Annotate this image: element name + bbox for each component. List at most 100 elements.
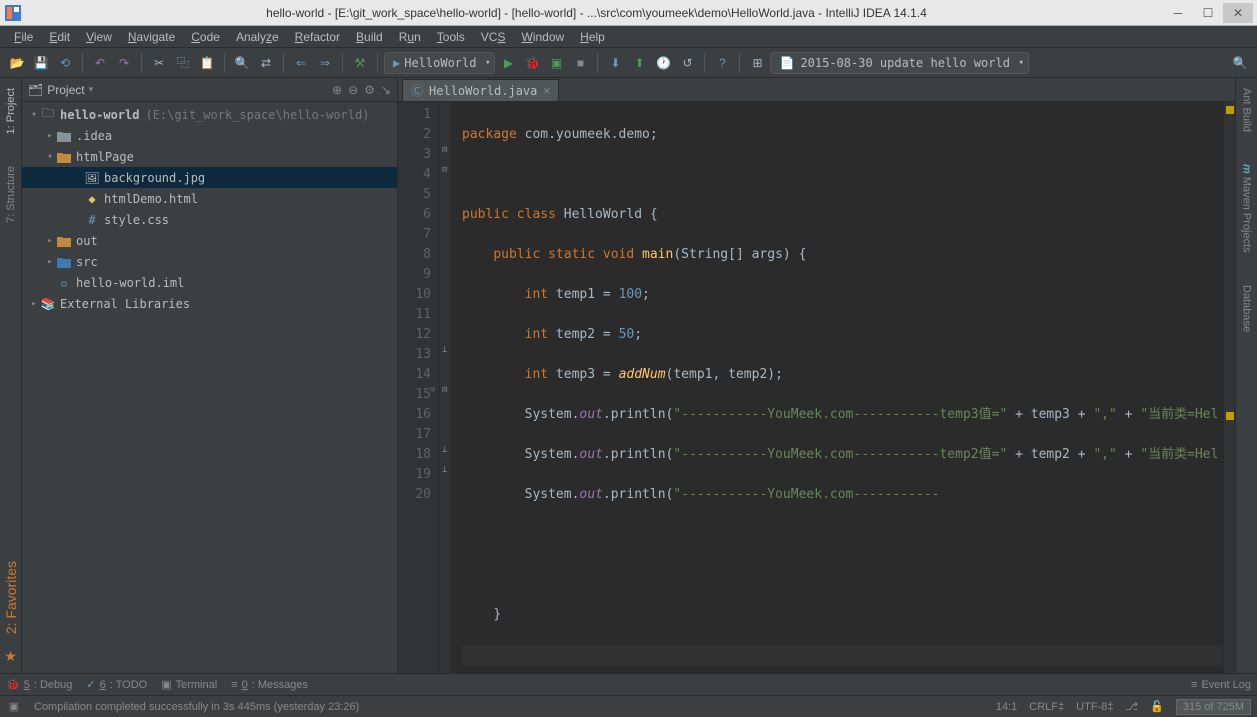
tool-database-tab[interactable]: Database — [1239, 279, 1255, 338]
paste-icon[interactable]: 📋 — [196, 52, 218, 74]
tree-htmldemo[interactable]: ◆ htmlDemo.html — [22, 188, 397, 209]
tab-close-icon[interactable]: ✕ — [543, 84, 550, 97]
close-button[interactable]: ✕ — [1223, 3, 1253, 23]
undo-icon[interactable]: ↶ — [89, 52, 111, 74]
menu-file[interactable]: File — [6, 28, 41, 46]
tree-external-libraries[interactable]: ▸📚 External Libraries — [22, 293, 397, 314]
tool-terminal-tab[interactable]: ▣ Terminal — [161, 678, 217, 691]
debug-icon[interactable]: 🐞 — [521, 52, 543, 74]
hide-icon[interactable]: ↘ — [381, 83, 391, 97]
forward-icon[interactable]: ⇒ — [314, 52, 336, 74]
tool-todo-tab[interactable]: ✓ 6: TODO — [86, 678, 147, 691]
menu-analyze[interactable]: Analyze — [228, 28, 287, 46]
warning-marker-icon[interactable] — [1226, 106, 1234, 114]
menu-window[interactable]: Window — [513, 28, 572, 46]
window-title: hello-world - [E:\git_work_space\hello-w… — [30, 6, 1163, 20]
menu-run[interactable]: Run — [391, 28, 429, 46]
redo-icon[interactable]: ↷ — [113, 52, 135, 74]
readonly-lock-icon[interactable]: 🔓 — [1150, 700, 1164, 713]
vcs-revert-icon[interactable]: ↺ — [676, 52, 698, 74]
fold-end-icon[interactable]: ⊥ — [442, 465, 447, 475]
menu-vcs[interactable]: VCS — [473, 28, 514, 46]
tool-structure-tab[interactable]: 7: Structure — [3, 160, 19, 229]
sync-icon[interactable]: ⟲ — [54, 52, 76, 74]
code-editor[interactable]: 1234567891011121314151617181920 ⊟ ⊟ ⊥ ⊚ … — [398, 102, 1235, 673]
cut-icon[interactable]: ✂ — [148, 52, 170, 74]
scroll-to-source-icon[interactable]: ⊕ — [332, 83, 342, 97]
separator — [377, 53, 378, 73]
tool-debug-tab[interactable]: 🐞 5: Debug — [6, 678, 72, 691]
folder-icon — [56, 130, 72, 142]
vcs-history-icon[interactable]: 🕐 — [652, 52, 674, 74]
build-icon[interactable]: ⚒ — [349, 52, 371, 74]
menu-tools[interactable]: Tools — [429, 28, 473, 46]
warning-marker-icon[interactable] — [1226, 412, 1234, 420]
library-icon: 📚 — [40, 297, 56, 311]
commit-message-dropdown[interactable]: 📄2015-08-30 update hello world — [770, 52, 1028, 74]
tool-favorites-tab[interactable]: 2: Favorites — [1, 555, 21, 640]
project-view-selector[interactable]: 🗂 Project ▾ — [28, 83, 93, 97]
menu-edit[interactable]: Edit — [41, 28, 78, 46]
tree-stylecss[interactable]: # style.css — [22, 209, 397, 230]
bottom-toolbar: 🐞 5: Debug ✓ 6: TODO ▣ Terminal ≡ 0: Mes… — [0, 673, 1257, 695]
html-file-icon: ◆ — [84, 192, 100, 206]
git-branch[interactable]: ⎇ — [1125, 700, 1138, 713]
tool-ant-tab[interactable]: Ant Build — [1239, 82, 1255, 138]
file-encoding[interactable]: UTF-8‡ — [1076, 701, 1113, 713]
fold-toggle-icon[interactable]: ⊟ — [442, 145, 447, 155]
tool-messages-tab[interactable]: ≡ 0: Messages — [231, 679, 308, 691]
tool-eventlog-tab[interactable]: ≡ Event Log — [1191, 679, 1251, 691]
save-icon[interactable]: 💾 — [30, 52, 52, 74]
tree-src[interactable]: ▸ src — [22, 251, 397, 272]
fold-end-icon[interactable]: ⊥ — [442, 345, 447, 355]
run-config-dropdown[interactable]: ▶HelloWorld — [384, 52, 495, 74]
back-icon[interactable]: ⇐ — [290, 52, 312, 74]
tool-window-toggle-icon[interactable]: ▣ — [6, 700, 22, 713]
fold-toggle-icon[interactable]: ⊟ — [442, 165, 447, 175]
open-icon[interactable]: 📂 — [6, 52, 28, 74]
code-content[interactable]: package com.youmeek.demo; public class H… — [452, 102, 1223, 673]
settings-icon[interactable]: ⚙ — [364, 83, 375, 97]
menu-code[interactable]: Code — [183, 28, 228, 46]
tree-idea[interactable]: ▸ .idea — [22, 125, 397, 146]
find-icon[interactable]: 🔍 — [231, 52, 253, 74]
search-everywhere-icon[interactable]: 🔍 — [1229, 52, 1251, 74]
coverage-icon[interactable]: ▣ — [545, 52, 567, 74]
project-sidebar: 🗂 Project ▾ ⊕ ⊖ ⚙ ↘ ▾🗀 hello-world (E:\g… — [22, 78, 398, 673]
line-separator[interactable]: CRLF‡ — [1029, 701, 1064, 713]
collapse-icon[interactable]: ⊖ — [348, 83, 358, 97]
menu-navigate[interactable]: Navigate — [120, 28, 183, 46]
caret-position[interactable]: 14:1 — [996, 701, 1017, 713]
tree-htmlpage[interactable]: ▾ htmlPage — [22, 146, 397, 167]
tab-helloworld[interactable]: Ⓒ HelloWorld.java ✕ — [402, 79, 559, 101]
structure-icon[interactable]: ⊞ — [746, 52, 768, 74]
maximize-button[interactable]: ☐ — [1193, 3, 1223, 23]
menu-view[interactable]: View — [78, 28, 120, 46]
vcs-update-icon[interactable]: ⬇ — [604, 52, 626, 74]
menu-help[interactable]: Help — [572, 28, 613, 46]
fold-toggle-icon[interactable]: ⊟ — [442, 385, 447, 395]
vcs-commit-icon[interactable]: ⬆ — [628, 52, 650, 74]
tree-background-jpg[interactable]: 🖼 background.jpg — [22, 167, 397, 188]
error-stripe[interactable] — [1223, 102, 1235, 673]
tool-project-tab[interactable]: 1: Project — [3, 82, 19, 140]
tool-maven-tab[interactable]: m Maven Projects — [1239, 158, 1255, 259]
status-message: Compilation completed successfully in 3s… — [34, 701, 359, 713]
project-tree: ▾🗀 hello-world (E:\git_work_space\hello-… — [22, 102, 397, 673]
run-icon[interactable]: ▶ — [497, 52, 519, 74]
fold-end-icon[interactable]: ⊥ — [442, 445, 447, 455]
copy-icon[interactable]: ⿻ — [172, 52, 194, 74]
separator — [704, 53, 705, 73]
help-icon[interactable]: ? — [711, 52, 733, 74]
menu-build[interactable]: Build — [348, 28, 391, 46]
gutter-override-icon[interactable]: ⊚ — [430, 385, 435, 395]
tree-out[interactable]: ▸ out — [22, 230, 397, 251]
replace-icon[interactable]: ⇄ — [255, 52, 277, 74]
minimize-button[interactable]: ─ — [1163, 3, 1193, 23]
tree-iml[interactable]: ▫ hello-world.iml — [22, 272, 397, 293]
tree-root-location: (E:\git_work_space\hello-world) — [145, 108, 369, 122]
stop-icon[interactable]: ■ — [569, 52, 591, 74]
memory-indicator[interactable]: 315 of 725M — [1176, 699, 1251, 715]
tree-root[interactable]: ▾🗀 hello-world (E:\git_work_space\hello-… — [22, 104, 397, 125]
menu-refactor[interactable]: Refactor — [287, 28, 348, 46]
